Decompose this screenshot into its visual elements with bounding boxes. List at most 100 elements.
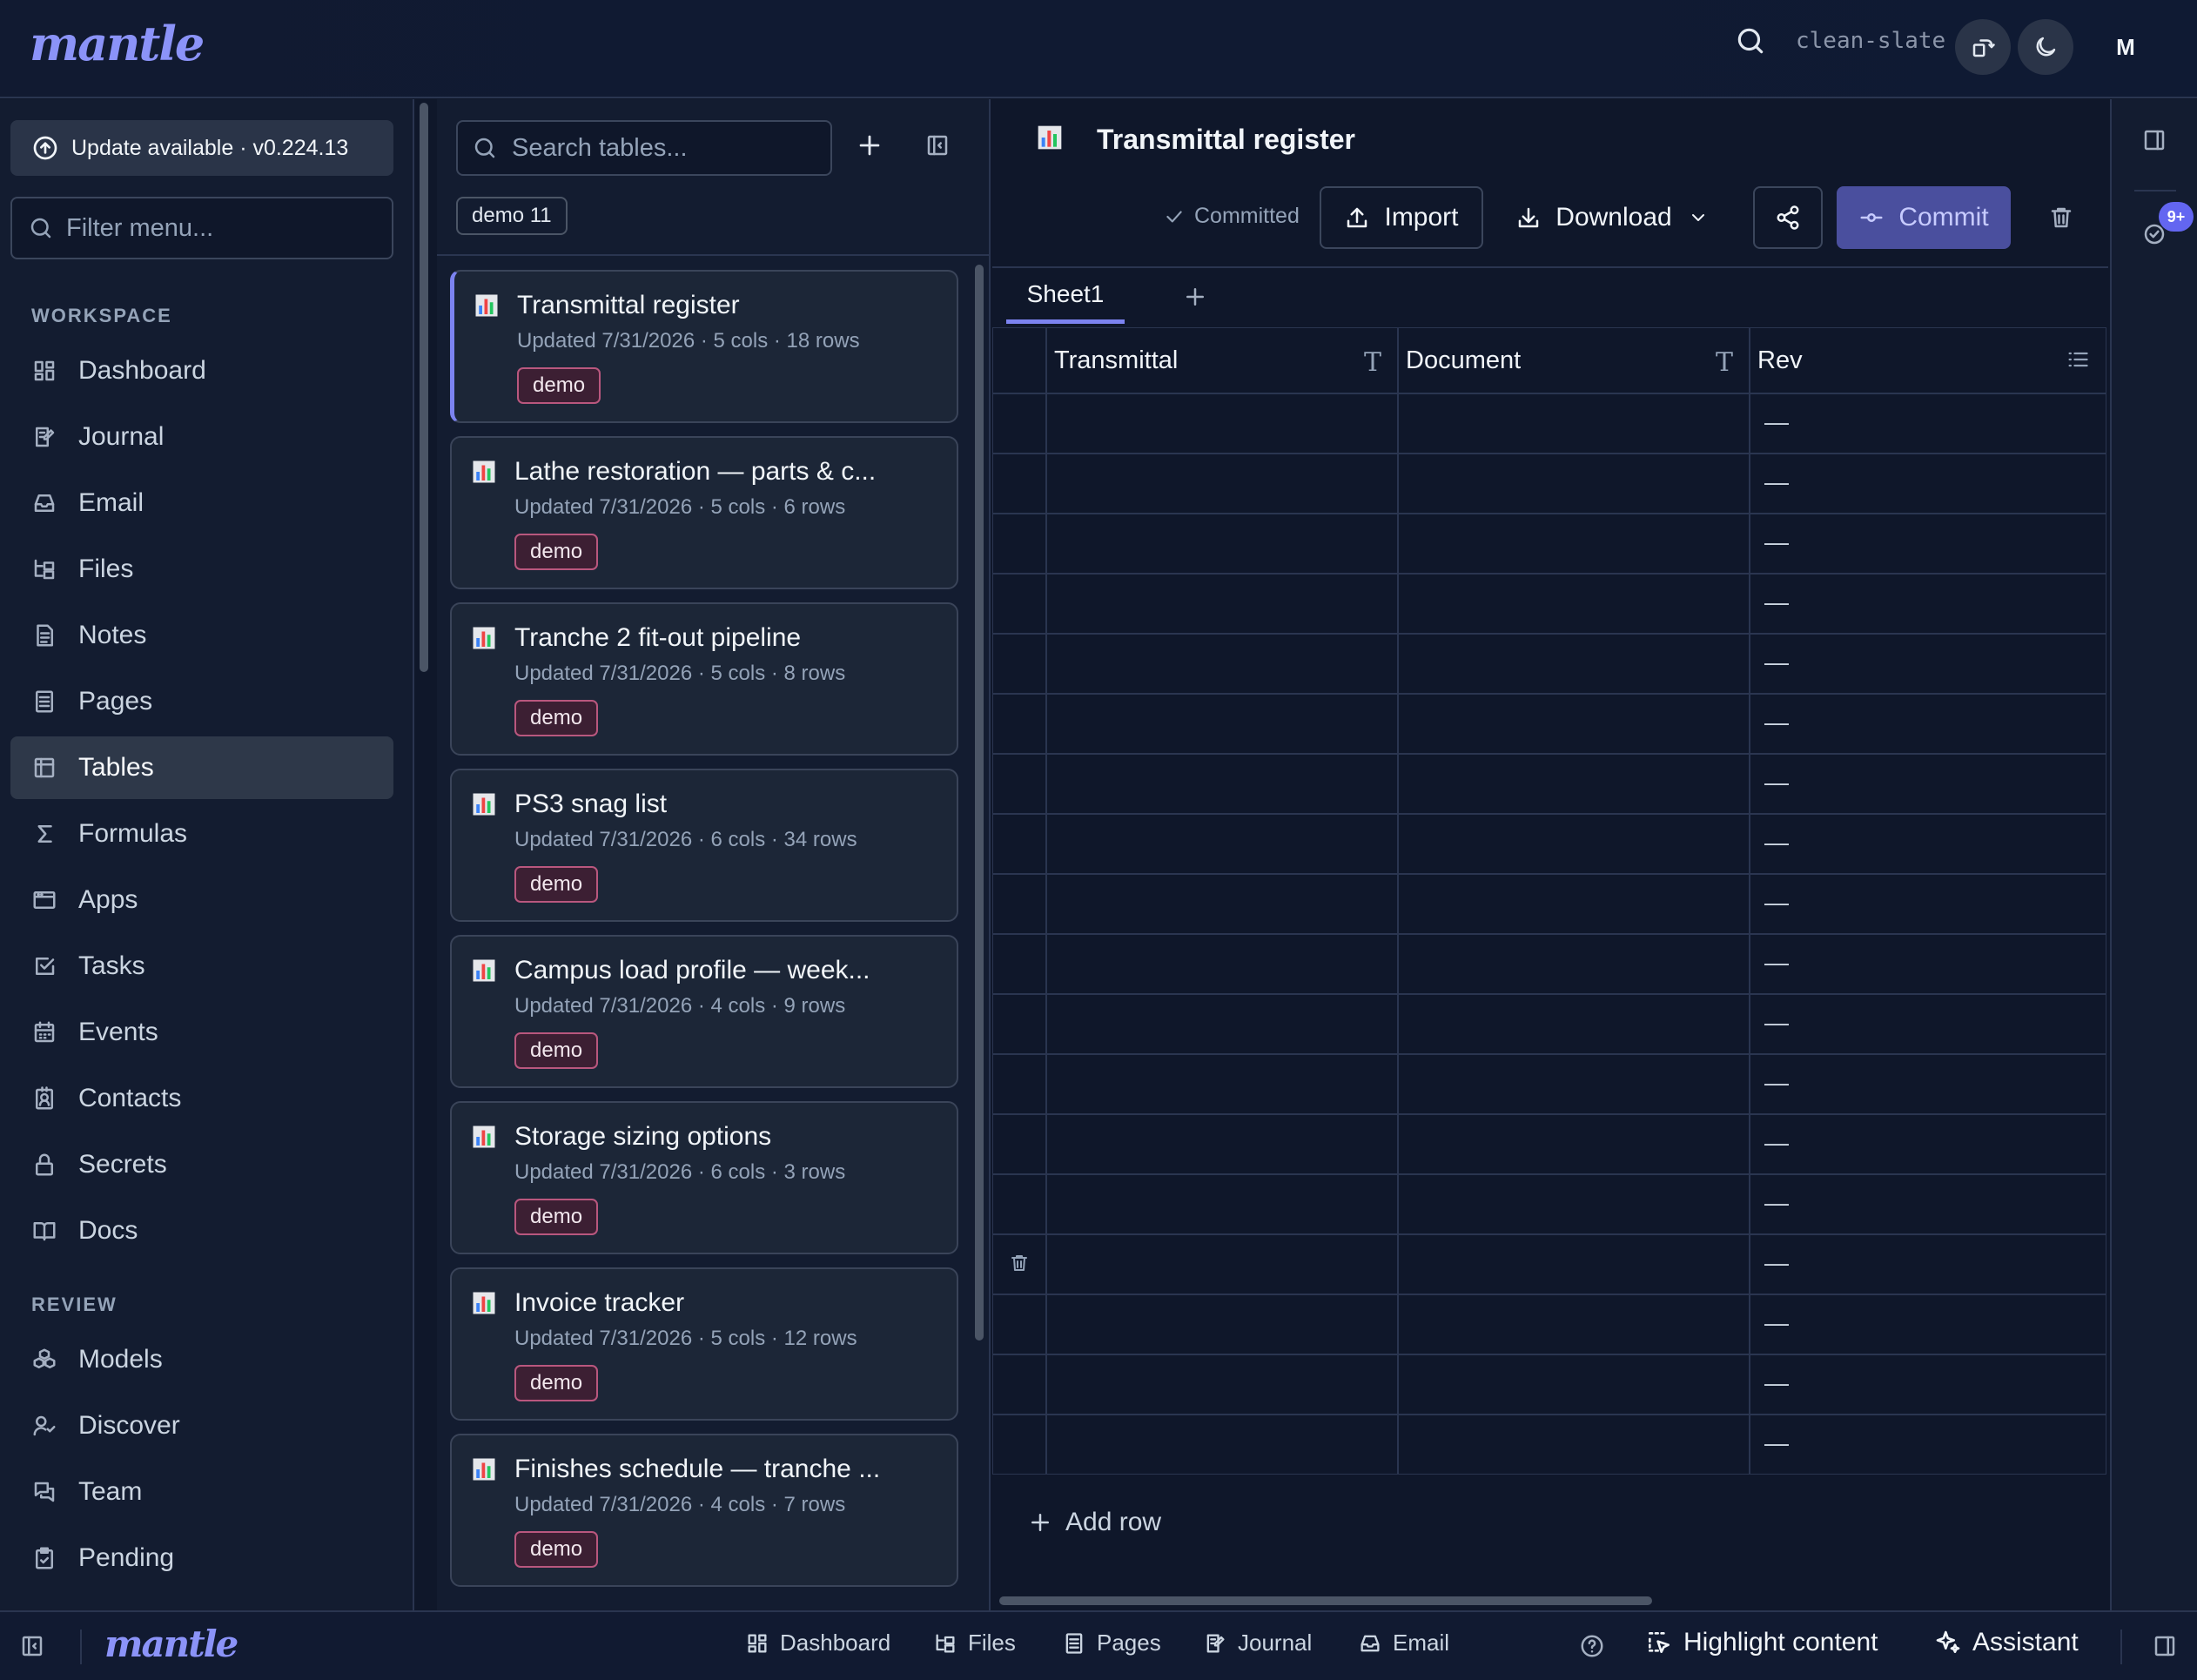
cell-rev[interactable]: — <box>1750 1114 2106 1174</box>
sidebar-scrollbar[interactable] <box>420 103 428 672</box>
cell-document[interactable] <box>1398 634 1750 694</box>
sidebar-item-docs[interactable]: Docs <box>10 1200 393 1262</box>
add-row-button[interactable]: Add row <box>1027 1508 1161 1537</box>
cell-transmittal[interactable] <box>1046 694 1398 754</box>
tag-badge[interactable]: demo <box>514 866 599 903</box>
sidebar-item-events[interactable]: Events <box>10 1001 393 1064</box>
cell-transmittal[interactable] <box>1046 454 1398 514</box>
sidebar-item-pages[interactable]: Pages <box>10 670 393 733</box>
sidebar-item-dashboard[interactable]: Dashboard <box>10 339 393 402</box>
tag-badge[interactable]: demo <box>517 367 601 404</box>
cell-document[interactable] <box>1398 934 1750 994</box>
add-table-button[interactable] <box>855 131 884 160</box>
cell-document[interactable] <box>1398 754 1750 814</box>
app-logo[interactable]: mantle <box>104 1623 239 1665</box>
cell-transmittal[interactable] <box>1046 1174 1398 1234</box>
cell-rev[interactable]: — <box>1750 454 2106 514</box>
tag-badge[interactable]: demo <box>514 534 599 570</box>
toggle-panel-button[interactable] <box>2141 127 2167 153</box>
cell-transmittal[interactable] <box>1046 814 1398 874</box>
bottom-link-pages[interactable]: Pages <box>1062 1630 1161 1656</box>
sidebar-item-pending[interactable]: Pending <box>10 1527 393 1589</box>
cell-transmittal[interactable] <box>1046 754 1398 814</box>
cell-rev[interactable]: — <box>1750 574 2106 634</box>
cell-rev[interactable]: — <box>1750 994 2106 1054</box>
switch-workspace-button[interactable] <box>1955 19 2011 75</box>
cell-document[interactable] <box>1398 454 1750 514</box>
column-header-rev[interactable]: Rev <box>1750 327 2106 393</box>
table-list-scrollbar[interactable] <box>975 265 984 1341</box>
tag-badge[interactable]: demo <box>514 1032 599 1069</box>
cell-document[interactable] <box>1398 1234 1750 1294</box>
table-card[interactable]: Invoice tracker Updated 7/31/2026 · 5 col… <box>450 1267 958 1421</box>
cell-document[interactable] <box>1398 1294 1750 1354</box>
cell-rev[interactable]: — <box>1750 1234 2106 1294</box>
bottom-link-email[interactable]: Email <box>1358 1630 1449 1656</box>
cell-rev[interactable]: — <box>1750 874 2106 934</box>
cell-document[interactable] <box>1398 694 1750 754</box>
cell-rev[interactable]: — <box>1750 1415 2106 1475</box>
search-tables-input[interactable]: Search tables... <box>456 120 832 176</box>
cell-document[interactable] <box>1398 1054 1750 1114</box>
sidebar-item-notes[interactable]: Notes <box>10 604 393 667</box>
cell-rev[interactable]: — <box>1750 934 2106 994</box>
update-available-button[interactable]: Update available · v0.224.13 <box>10 120 393 176</box>
search-icon[interactable] <box>1734 24 1767 57</box>
commit-button[interactable]: Commit <box>1837 186 2011 249</box>
column-header-transmittal[interactable]: Transmittal T <box>1046 327 1398 393</box>
cell-transmittal[interactable] <box>1046 1415 1398 1475</box>
cell-transmittal[interactable] <box>1046 514 1398 574</box>
cell-transmittal[interactable] <box>1046 1114 1398 1174</box>
tab-sheet1[interactable]: Sheet1 <box>1006 268 1125 324</box>
sidebar-item-team[interactable]: Team <box>10 1461 393 1523</box>
cell-document[interactable] <box>1398 1174 1750 1234</box>
add-sheet-button[interactable] <box>1182 284 1208 310</box>
share-button[interactable] <box>1753 186 1823 249</box>
trash-icon[interactable] <box>1009 1253 1030 1273</box>
cell-transmittal[interactable] <box>1046 574 1398 634</box>
column-header-document[interactable]: Document T <box>1398 327 1750 393</box>
download-button[interactable]: Download <box>1508 186 1717 249</box>
cell-rev[interactable]: — <box>1750 694 2106 754</box>
cell-transmittal[interactable] <box>1046 994 1398 1054</box>
theme-toggle-button[interactable] <box>2018 19 2073 75</box>
cell-transmittal[interactable] <box>1046 1354 1398 1415</box>
table-card[interactable]: Tranche 2 fit-out pipeline Updated 7/31/2… <box>450 602 958 756</box>
toggle-sidebar-button[interactable] <box>19 1633 45 1659</box>
cell-transmittal[interactable] <box>1046 393 1398 454</box>
cell-rev[interactable]: — <box>1750 1294 2106 1354</box>
tag-badge[interactable]: demo <box>514 1365 599 1401</box>
cell-transmittal[interactable] <box>1046 934 1398 994</box>
page-title[interactable]: Transmittal register <box>1097 124 1355 156</box>
app-logo[interactable]: mantle <box>30 16 205 71</box>
cell-document[interactable] <box>1398 994 1750 1054</box>
highlight-content-button[interactable]: Highlight content <box>1645 1628 1878 1657</box>
tag-filter-chip[interactable]: demo 11 <box>456 197 568 235</box>
filter-menu-input[interactable]: Filter menu... <box>10 197 393 259</box>
cell-document[interactable] <box>1398 514 1750 574</box>
cell-rev[interactable]: — <box>1750 814 2106 874</box>
cell-transmittal[interactable] <box>1046 874 1398 934</box>
bottom-link-journal[interactable]: Journal <box>1203 1630 1312 1656</box>
cell-rev[interactable]: — <box>1750 1054 2106 1114</box>
cell-rev[interactable]: — <box>1750 514 2106 574</box>
cell-document[interactable] <box>1398 393 1750 454</box>
sidebar-item-journal[interactable]: Journal <box>10 406 393 468</box>
cell-transmittal[interactable] <box>1046 1234 1398 1294</box>
table-card[interactable]: Storage sizing options Updated 7/31/2026 … <box>450 1101 958 1254</box>
sidebar-item-formulas[interactable]: Formulas <box>10 803 393 865</box>
cell-rev[interactable]: — <box>1750 393 2106 454</box>
cell-transmittal[interactable] <box>1046 1054 1398 1114</box>
toggle-right-panel-button[interactable] <box>2152 1633 2178 1659</box>
cell-rev[interactable]: — <box>1750 1354 2106 1415</box>
sidebar-item-tables[interactable]: Tables <box>10 736 393 799</box>
avatar[interactable]: M <box>2098 19 2153 75</box>
collapse-list-button[interactable] <box>924 132 951 158</box>
assistant-button[interactable]: Assistant <box>1934 1628 2079 1657</box>
tag-badge[interactable]: demo <box>514 1531 599 1568</box>
cell-rev[interactable]: — <box>1750 754 2106 814</box>
table-card[interactable]: Transmittal register Updated 7/31/2026 · … <box>450 270 958 423</box>
table-card[interactable]: PS3 snag list Updated 7/31/2026 · 6 cols … <box>450 769 958 922</box>
table-card[interactable]: Campus load profile — week... Updated 7/3… <box>450 935 958 1088</box>
bottom-link-dashboard[interactable]: Dashboard <box>745 1630 890 1656</box>
